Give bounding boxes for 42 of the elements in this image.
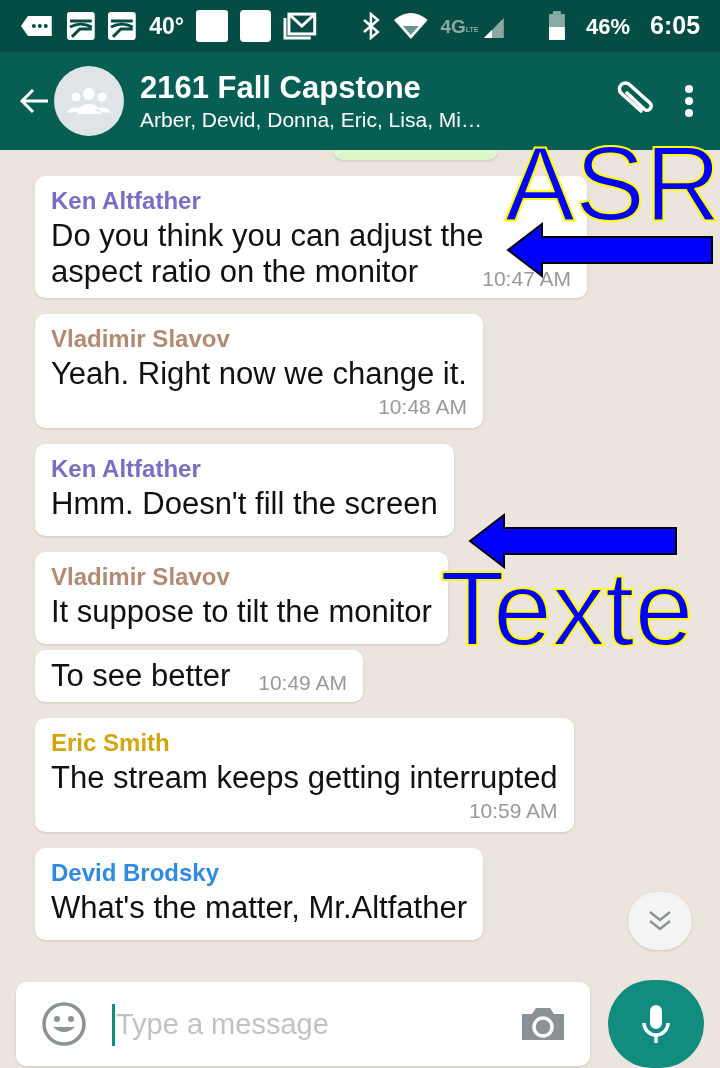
annotation-label: ASR — [505, 142, 720, 226]
message-time: 10:47 AM — [482, 266, 571, 292]
message-text: To see better — [51, 658, 231, 693]
battery-icon — [548, 11, 566, 41]
message-time: 10:48 AM — [378, 394, 467, 420]
message-time: 10:59 AM — [468, 798, 558, 824]
notification-square-icon — [195, 10, 228, 42]
notification-square-icon — [239, 10, 272, 42]
scroll-down-button[interactable] — [628, 892, 692, 950]
message-text: It suppose to tilt the monitor — [51, 594, 432, 629]
temperature-text: 40° — [149, 11, 184, 41]
message-text: The stream keeps getting interrupted — [51, 760, 558, 795]
app-icon — [107, 11, 138, 41]
wifi-icon — [392, 12, 429, 40]
battery-percent-text: 46% — [585, 12, 630, 41]
participants-text: Arber, Devid, Donna, Eric, Lisa, Mi… — [140, 107, 483, 134]
message-input-field[interactable]: Type a message — [16, 982, 590, 1066]
message-text: Do you think you can adjust the aspect ratio on the monitor — [51, 218, 484, 289]
sender-name: Ken Altfather — [51, 454, 202, 484]
sender-name: Vladimir Slavov — [51, 324, 231, 354]
message-time: 10:49 AM — [258, 670, 347, 696]
message-text: Yeah. Right now we change it. — [51, 356, 467, 391]
clock-text: 6:05 — [650, 10, 701, 42]
back-arrow-icon — [18, 87, 50, 115]
annotation-label: Texte — [440, 566, 694, 651]
chat-title: 2161 Fall Capstone — [140, 68, 422, 107]
sender-name: Vladimir Slavov — [51, 562, 231, 592]
message-text: What's the matter, Mr.Altfather — [51, 890, 467, 925]
sender-name: Devid Brodsky — [51, 858, 221, 888]
message-text: Hmm. Doesn't fill the screen — [51, 486, 438, 521]
chevrons-down-icon — [647, 909, 673, 933]
mail-icon — [283, 12, 318, 40]
microphone-icon — [641, 1003, 671, 1045]
camera-icon[interactable] — [520, 1006, 566, 1042]
sender-name: Eric Smith — [51, 728, 171, 758]
group-icon — [66, 86, 112, 116]
sender-name: Ken Altfather — [51, 186, 202, 216]
message-icon — [20, 14, 54, 38]
emoji-icon[interactable] — [40, 1000, 88, 1048]
text-cursor — [112, 1004, 115, 1046]
network-type-text: 4G — [440, 16, 466, 36]
app-icon — [65, 11, 96, 41]
